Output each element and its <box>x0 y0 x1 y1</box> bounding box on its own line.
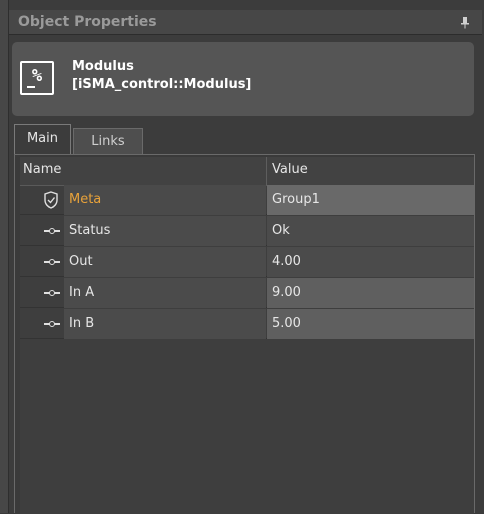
row-value: Ok <box>272 223 290 238</box>
column-divider[interactable] <box>266 157 267 185</box>
tab-main[interactable]: Main <box>14 124 71 155</box>
table-row-in-a[interactable]: In A 9.00 <box>20 278 474 308</box>
object-name: Modulus <box>72 59 134 74</box>
panel-title: Object Properties <box>18 14 157 30</box>
table-row-meta[interactable]: Meta Group1 <box>20 185 474 215</box>
table-row-in-b[interactable]: In B 5.00 <box>20 309 474 339</box>
row-value: Group1 <box>272 192 320 207</box>
row-value-cell: 4.00 <box>267 247 474 277</box>
row-name-cell: Meta <box>64 185 266 215</box>
modulus-icon: % <box>20 61 54 95</box>
object-type: [iSMA_control::Modulus] <box>72 77 252 92</box>
row-name: Status <box>69 223 111 238</box>
table-row-out[interactable]: Out 4.00 <box>20 247 474 277</box>
row-value-cell[interactable]: 5.00 <box>267 309 474 339</box>
row-name-cell: In B <box>64 309 266 339</box>
row-name: In B <box>69 316 95 331</box>
slot-icon <box>38 216 64 246</box>
slot-icon <box>38 309 64 339</box>
pin-icon[interactable] <box>460 15 470 29</box>
slot-icon <box>38 247 64 277</box>
tab-links[interactable]: Links <box>73 128 143 154</box>
row-value: 4.00 <box>272 254 301 269</box>
panel-titlebar: Object Properties <box>9 10 482 35</box>
row-value-cell: Ok <box>267 216 474 246</box>
row-value: 5.00 <box>272 316 301 331</box>
object-properties-panel: Object Properties % Modulus [iSMA_contro… <box>0 0 484 514</box>
row-name-cell: Out <box>64 247 266 277</box>
table-header: Name Value <box>20 157 474 186</box>
properties-table: Name Value Meta Group1 Status Ok Out 4.0… <box>20 157 474 514</box>
column-header-value[interactable]: Value <box>272 162 308 177</box>
row-value-cell[interactable]: 9.00 <box>267 278 474 308</box>
properties-table-container: Name Value Meta Group1 Status Ok Out 4.0… <box>14 154 475 514</box>
row-name: In A <box>69 285 95 300</box>
slot-icon <box>38 278 64 308</box>
row-name: Meta <box>69 192 102 207</box>
object-header: % Modulus [iSMA_control::Modulus] <box>12 42 474 116</box>
row-value: 9.00 <box>272 285 301 300</box>
row-value-cell[interactable]: Group1 <box>267 185 474 215</box>
row-name-cell: In A <box>64 278 266 308</box>
shield-icon <box>38 185 64 215</box>
left-splitter[interactable] <box>0 0 9 513</box>
table-row-status[interactable]: Status Ok <box>20 216 474 246</box>
row-name-cell: Status <box>64 216 266 246</box>
column-header-name[interactable]: Name <box>23 162 61 177</box>
row-name: Out <box>69 254 93 269</box>
